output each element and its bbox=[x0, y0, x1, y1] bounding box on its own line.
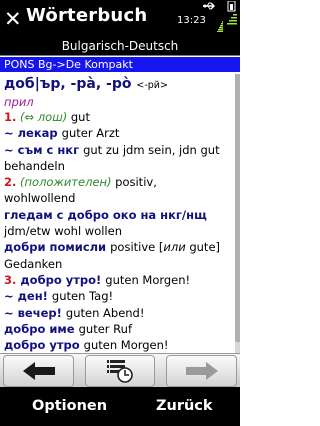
signal-icon bbox=[227, 1, 237, 25]
entry-lines: 1. (⇔ лош) gut ~ лекар guter Arzt ~ съм с … bbox=[4, 109, 234, 353]
sense-number: 1. bbox=[4, 110, 17, 124]
options-softkey[interactable]: Optionen bbox=[32, 397, 107, 415]
entry-line: гледам с добро око на нкг/нщ bbox=[4, 207, 234, 223]
entry-line: 1. (⇔ лош) gut bbox=[4, 109, 234, 125]
app-title: Wörterbuch bbox=[26, 5, 148, 26]
back-button[interactable] bbox=[3, 355, 74, 387]
translation-text: wohlwollend bbox=[4, 191, 76, 206]
entry-line: добро утро guten Morgen! bbox=[4, 337, 234, 353]
translation-text: gute] bbox=[185, 240, 221, 255]
example-phrase: добро утро! bbox=[16, 272, 106, 287]
translation-text: gut zu jdm sein, jdn gut bbox=[83, 142, 220, 157]
history-list-icon bbox=[107, 360, 133, 383]
divider bbox=[0, 55, 240, 56]
scrollbar-thumb[interactable] bbox=[235, 74, 240, 342]
usage-note: (⇔ лош) bbox=[16, 110, 71, 124]
translation-text: gut bbox=[70, 110, 90, 124]
battery-icon bbox=[217, 21, 223, 32]
entry-line: ~ лекар guter Arzt bbox=[4, 125, 234, 141]
entry-line: 3. добро утро! guten Morgen! bbox=[4, 272, 234, 288]
softkey-bar: Optionen Zurück bbox=[0, 387, 240, 426]
part-of-speech: прил bbox=[4, 95, 34, 109]
scrollbar[interactable] bbox=[235, 74, 240, 353]
example-phrase: ~ ден! bbox=[4, 289, 52, 304]
entry-line: Gedanken bbox=[4, 256, 234, 272]
translation-text: guten Abend! bbox=[65, 305, 145, 320]
translation-text: guten Tag! bbox=[51, 289, 114, 304]
entry-line: добри помисли positive [или gute] bbox=[4, 239, 234, 255]
translation-text: guten Morgen! bbox=[105, 272, 191, 287]
back-softkey[interactable]: Zurück bbox=[156, 397, 213, 415]
entry-line: wohlwollend bbox=[4, 190, 234, 206]
translation-text: guter Arzt bbox=[61, 126, 120, 141]
translation-text: positive [ bbox=[110, 240, 164, 255]
entry-line: ~ ден! guten Tag! bbox=[4, 288, 234, 304]
example-phrase: ~ лекар bbox=[4, 126, 62, 141]
entry-line: behandeln bbox=[4, 158, 234, 174]
usage-note: (положителен) bbox=[16, 175, 116, 190]
entry-line: ~ съм с нкг gut zu jdm sein, jdn gut bbox=[4, 142, 234, 158]
example-phrase: добро утро bbox=[4, 338, 84, 353]
toolbar bbox=[0, 353, 240, 387]
forward-button[interactable] bbox=[166, 355, 237, 387]
sense-number: 2. bbox=[4, 175, 17, 190]
title-bar: ✕ Wörterbuch 13:23 bbox=[0, 0, 240, 38]
usb-icon bbox=[203, 2, 215, 10]
arrow-right-icon bbox=[185, 362, 218, 380]
entry-line: ~ вечер! guten Abend! bbox=[4, 305, 234, 321]
entry-content[interactable]: доб|ър, -рà, -рò <-рй> прил 1. (⇔ лош) g… bbox=[0, 74, 234, 353]
entry-line: добро име guter Ruf bbox=[4, 321, 234, 337]
example-phrase: добро име bbox=[4, 321, 79, 336]
translation-text: guten Morgen! bbox=[83, 338, 169, 353]
example-phrase: гледам с добро око на нкг/нщ bbox=[4, 207, 207, 222]
grammar-note: <-рй> bbox=[136, 80, 168, 91]
translation-text: positiv, bbox=[115, 175, 157, 190]
entry-line: 2. (положителен) positiv, bbox=[4, 174, 234, 190]
headword: доб|ър, -рà, -рò <-рй> bbox=[4, 75, 234, 95]
close-icon[interactable]: ✕ bbox=[4, 8, 22, 30]
translation-text: jdm/etw wohl wollen bbox=[4, 224, 122, 239]
example-phrase: ~ съм с нкг bbox=[4, 142, 84, 157]
arrow-left-icon bbox=[22, 362, 55, 380]
dictionary-direction: Bulgarisch-Deutsch bbox=[0, 38, 240, 55]
example-phrase: добри помисли bbox=[4, 240, 111, 255]
translation-text: Gedanken bbox=[4, 256, 63, 271]
history-button[interactable] bbox=[85, 355, 155, 387]
translation-text: behandeln bbox=[4, 158, 65, 173]
clock-time: 13:23 bbox=[177, 15, 206, 26]
translation-text: guter Ruf bbox=[78, 321, 132, 336]
example-phrase: ~ вечер! bbox=[4, 305, 66, 320]
sense-number: 3. bbox=[4, 272, 17, 287]
dictionary-label: PONS Bg->De Kompakt bbox=[0, 57, 240, 72]
translation-text: или bbox=[163, 240, 186, 255]
headword-text: доб|ър, -рà, -рò bbox=[4, 76, 132, 92]
entry-line: jdm/etw wohl wollen bbox=[4, 223, 234, 239]
